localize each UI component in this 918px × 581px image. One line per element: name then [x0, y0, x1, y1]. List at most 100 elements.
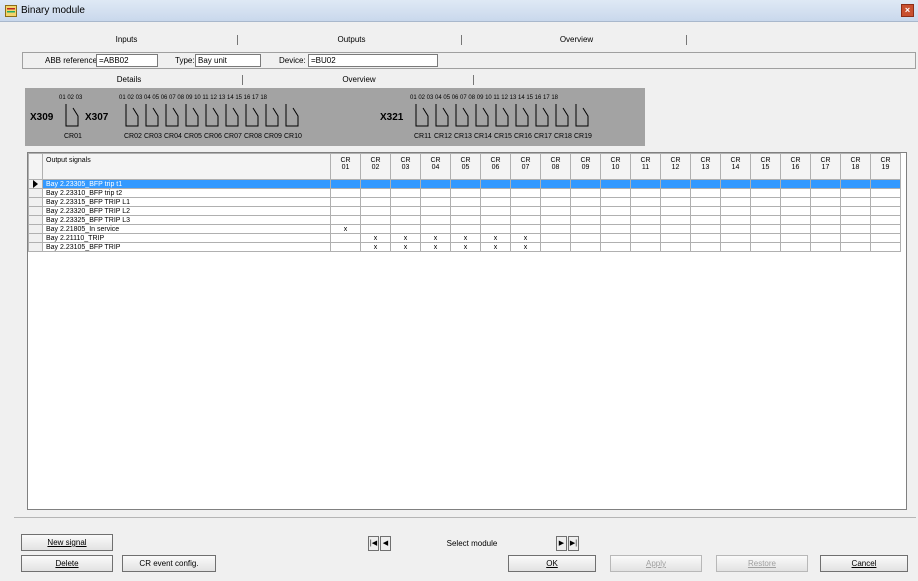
cr-cell[interactable]: [780, 188, 811, 198]
table-row[interactable]: Bay 2.21110_TRIP x x x x x x: [28, 233, 901, 243]
signal-name-cell[interactable]: Bay 2.21805_In service: [42, 224, 331, 234]
cr-cell[interactable]: [600, 242, 631, 252]
cr-cell[interactable]: [750, 206, 781, 216]
cr-cell[interactable]: [510, 206, 541, 216]
abb-reference-field[interactable]: =ABB02: [96, 54, 158, 67]
close-button[interactable]: ×: [901, 4, 914, 17]
cr-cell[interactable]: [870, 197, 901, 207]
output-signals-grid[interactable]: Output signals CR 01 CR 02 CR 03 CR 04 CR 05 CR 06 CR…: [27, 152, 907, 510]
cr-cell[interactable]: [870, 233, 901, 243]
cr-cell[interactable]: [750, 179, 781, 189]
cr-cell[interactable]: [660, 215, 691, 225]
cr-cell[interactable]: [570, 206, 601, 216]
cr-cell[interactable]: [420, 188, 451, 198]
cr-cell[interactable]: [720, 215, 751, 225]
cr-column-header[interactable]: CR 13: [690, 153, 721, 180]
signal-name-cell[interactable]: Bay 2.23105_BFP TRIP: [42, 242, 331, 252]
cr-cell[interactable]: [570, 242, 601, 252]
row-indicator[interactable]: [28, 188, 43, 198]
cr-column-header[interactable]: CR 06: [480, 153, 511, 180]
cr-cell[interactable]: x: [450, 242, 481, 252]
type-field[interactable]: Bay unit: [195, 54, 261, 67]
cr-column-header[interactable]: CR 17: [810, 153, 841, 180]
cr-cell[interactable]: [840, 188, 871, 198]
cr-cell[interactable]: [450, 188, 481, 198]
cr-cell[interactable]: [870, 179, 901, 189]
table-row[interactable]: Bay 2.23325_BFP TRIP L3: [28, 215, 901, 225]
cr-cell[interactable]: [480, 224, 511, 234]
cr-cell[interactable]: [810, 224, 841, 234]
cr-cell[interactable]: [360, 197, 391, 207]
device-field[interactable]: =BU02: [308, 54, 438, 67]
cr-cell[interactable]: [570, 188, 601, 198]
cr-cell[interactable]: [600, 224, 631, 234]
cr-cell[interactable]: [690, 197, 721, 207]
row-indicator[interactable]: [28, 179, 43, 189]
cr-cell[interactable]: [720, 224, 751, 234]
table-row[interactable]: Bay 2.23315_BFP TRIP L1: [28, 197, 901, 207]
table-row[interactable]: Bay 2.23305_BFP trip t1: [28, 179, 901, 189]
cr-column-header[interactable]: CR 16: [780, 153, 811, 180]
tab-outputs[interactable]: Outputs: [239, 33, 464, 47]
apply-button[interactable]: Apply: [610, 555, 702, 572]
cr-cell[interactable]: [480, 206, 511, 216]
cr-cell[interactable]: [750, 197, 781, 207]
cr-cell[interactable]: [600, 197, 631, 207]
cr-column-header[interactable]: CR 11: [630, 153, 661, 180]
last-module-button[interactable]: ▶|: [568, 536, 579, 551]
cr-cell[interactable]: [390, 215, 421, 225]
cr-cell[interactable]: [420, 224, 451, 234]
cr-cell[interactable]: [480, 197, 511, 207]
cr-cell[interactable]: [870, 224, 901, 234]
cr-cell[interactable]: x: [510, 233, 541, 243]
cr-event-config-button[interactable]: CR event config.: [122, 555, 216, 572]
cr-cell[interactable]: [540, 206, 571, 216]
cr-cell[interactable]: [570, 224, 601, 234]
cr-cell[interactable]: [420, 206, 451, 216]
cr-cell[interactable]: [450, 179, 481, 189]
cr-column-header[interactable]: CR 19: [870, 153, 901, 180]
cr-cell[interactable]: [720, 179, 751, 189]
tab-overview[interactable]: Overview: [464, 33, 689, 47]
cr-cell[interactable]: [870, 206, 901, 216]
cr-cell[interactable]: [780, 179, 811, 189]
cr-cell[interactable]: [690, 206, 721, 216]
signal-name-cell[interactable]: Bay 2.23310_BFP trip t2: [42, 188, 331, 198]
cr-cell[interactable]: [750, 215, 781, 225]
cr-column-header[interactable]: CR 18: [840, 153, 871, 180]
cr-cell[interactable]: [690, 242, 721, 252]
signal-name-cell[interactable]: Bay 2.21110_TRIP: [42, 233, 331, 243]
cr-cell[interactable]: [720, 206, 751, 216]
cr-cell[interactable]: [810, 215, 841, 225]
cr-cell[interactable]: [330, 179, 361, 189]
cr-cell[interactable]: [600, 215, 631, 225]
signal-name-cell[interactable]: Bay 2.23320_BFP TRIP L2: [42, 206, 331, 216]
cr-cell[interactable]: [810, 188, 841, 198]
cr-cell[interactable]: [870, 188, 901, 198]
cr-cell[interactable]: [360, 224, 391, 234]
signal-name-cell[interactable]: Bay 2.23325_BFP TRIP L3: [42, 215, 331, 225]
cr-cell[interactable]: [630, 242, 661, 252]
cr-cell[interactable]: [810, 179, 841, 189]
cr-column-header[interactable]: CR 03: [390, 153, 421, 180]
cr-cell[interactable]: [810, 197, 841, 207]
tab-details[interactable]: Details: [14, 73, 244, 87]
cr-cell[interactable]: [600, 179, 631, 189]
cr-cell[interactable]: [330, 197, 361, 207]
cr-cell[interactable]: [840, 197, 871, 207]
cr-column-header[interactable]: CR 12: [660, 153, 691, 180]
cr-cell[interactable]: [660, 179, 691, 189]
cr-cell[interactable]: [390, 197, 421, 207]
cr-cell[interactable]: [510, 197, 541, 207]
cr-cell[interactable]: [780, 224, 811, 234]
cr-cell[interactable]: [690, 179, 721, 189]
cr-cell[interactable]: [540, 224, 571, 234]
cr-cell[interactable]: [420, 215, 451, 225]
cr-cell[interactable]: [720, 233, 751, 243]
cr-cell[interactable]: [630, 179, 661, 189]
cr-cell[interactable]: x: [480, 242, 511, 252]
cr-cell[interactable]: [450, 206, 481, 216]
row-indicator[interactable]: [28, 215, 43, 225]
cr-column-header[interactable]: CR 08: [540, 153, 571, 180]
cr-cell[interactable]: [420, 179, 451, 189]
